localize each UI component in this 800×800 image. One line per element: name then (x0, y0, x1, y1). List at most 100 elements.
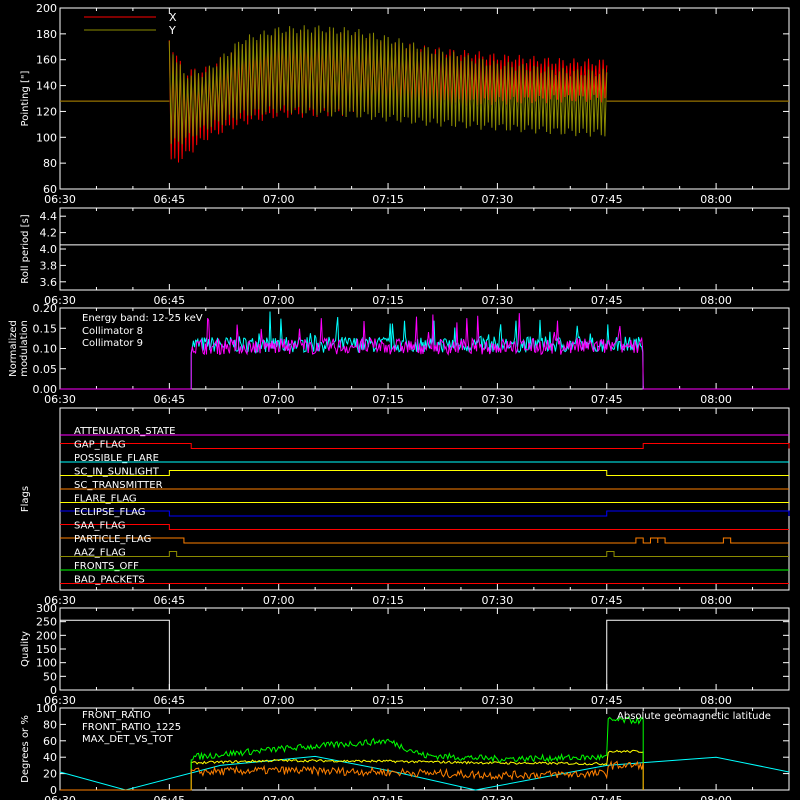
flag-label: SC_TRANSMITTER (74, 480, 163, 491)
panel-2: 06:30 06:45 07:00 07:15 07:30 07:45 08:000.000… (8, 302, 790, 406)
x-tick-label: 07:00 (263, 193, 295, 206)
y-axis-label: Pointing ["] (20, 70, 31, 126)
y-tick-label: 3.8 (40, 259, 58, 272)
x-tick-label: 08:00 (700, 393, 732, 406)
x-tick-label: 07:00 (263, 794, 295, 800)
y-tick-label: 160 (36, 54, 57, 67)
panel-4: 06:30 06:45 07:00 07:15 07:30 07:45 08:0005010… (20, 602, 790, 707)
x-tick-label: 07:30 (482, 294, 514, 307)
flag-label: SAA_FLAG (74, 521, 125, 532)
legend-label: FRONT_RATIO (82, 710, 151, 721)
flag-line (60, 551, 789, 557)
x-tick-label: 07:15 (372, 193, 404, 206)
y-tick-label: 100 (36, 131, 57, 144)
x-tick-label: 06:45 (153, 694, 185, 707)
series-y (60, 25, 789, 145)
y-tick-label: 100 (36, 657, 57, 670)
y-tick-label: 3.6 (40, 276, 58, 289)
flag-label: FLARE_FLAG (74, 494, 137, 505)
legend-label: Collimator 8 (82, 326, 143, 337)
flag-possible-flare: POSSIBLE_FLARE (60, 453, 789, 464)
y-tick-label: 250 (36, 616, 57, 629)
panel-3: 06:30 06:45 07:00 07:15 07:30 07:45 08:00Flags… (20, 407, 790, 607)
energy-band-annotation: Energy band: 12-25 keV (82, 313, 203, 324)
x-tick-label: 08:00 (700, 193, 732, 206)
y-tick-label: 200 (36, 629, 57, 642)
series-line (60, 619, 789, 691)
y-tick-label: 0.15 (33, 322, 58, 335)
x-tick-label: 07:45 (591, 294, 623, 307)
x-tick-label: 06:30 (44, 794, 76, 800)
flag-line (60, 443, 790, 449)
y-axis-label: Degrees or % (20, 715, 31, 783)
x-tick-label: 07:45 (591, 594, 623, 607)
x-tick-label: 07:45 (591, 193, 623, 206)
y-tick-label: 120 (36, 105, 57, 118)
legend-label: FRONT_RATIO_1225 (82, 722, 181, 733)
flag-gap-flag: GAP_FLAG (60, 440, 790, 451)
x-tick-label: 07:45 (591, 794, 623, 800)
y-tick-label: 300 (36, 602, 57, 615)
x-tick-label: 07:45 (591, 393, 623, 406)
y-tick-label: 140 (36, 80, 57, 93)
y-tick-label: 0 (50, 784, 57, 797)
flag-label: BAD_PACKETS (74, 575, 145, 586)
y-tick-label: 100 (36, 702, 57, 715)
flag-particle-flag: PARTICLE_FLAG (60, 534, 789, 545)
flag-label: SC_IN_SUNLIGHT (74, 467, 160, 478)
x-tick-label: 07:00 (263, 393, 295, 406)
flag-bad-packets: BAD_PACKETS (60, 575, 789, 586)
legend-label: Collimator 9 (82, 338, 143, 349)
x-tick-label: 07:15 (372, 294, 404, 307)
x-tick-label: 06:45 (153, 393, 185, 406)
flag-label: AAZ_FLAG (74, 548, 126, 559)
y-tick-label: 60 (43, 183, 57, 196)
flag-label: PARTICLE_FLAG (74, 534, 151, 545)
y-tick-label: 0.00 (33, 383, 58, 396)
y-tick-label: 0 (50, 684, 57, 697)
x-tick-label: 08:00 (700, 294, 732, 307)
x-tick-label: 08:00 (700, 594, 732, 607)
quicklook-chart-stack: 06:30 06:45 07:00 07:15 07:30 07:45 08:00 60 80 1… (8, 2, 790, 800)
flag-line (60, 537, 789, 544)
y-tick-label: 180 (36, 28, 57, 41)
x-tick-label: 07:15 (372, 694, 404, 707)
x-tick-label: 07:30 (482, 794, 514, 800)
panel-frame (59, 207, 790, 291)
flag-label: POSSIBLE_FLARE (74, 453, 159, 464)
flag-flare-flag: FLARE_FLAG (60, 494, 789, 505)
x-tick-label: 06:45 (153, 294, 185, 307)
y-tick-label: 0.10 (33, 343, 58, 356)
y-tick-label: 4.2 (40, 227, 58, 240)
flag-attenuator-state: ATTENUATOR_STATE (60, 426, 789, 437)
y-tick-label: 80 (43, 157, 57, 170)
x-tick-label: 08:00 (700, 794, 732, 800)
quicklook-plot-page: 06:30 06:45 07:00 07:15 07:30 07:45 08:00 60 80 1… (0, 0, 800, 800)
y-tick-label: 20 (43, 768, 57, 781)
flag-label: GAP_FLAG (74, 440, 126, 451)
legend-label: Y (168, 24, 176, 37)
x-tick-label: 07:30 (482, 393, 514, 406)
y-axis-label: Flags (20, 486, 31, 512)
flag-sc-in-sunlight: SC_IN_SUNLIGHT (60, 467, 789, 478)
flag-label: ECLIPSE_FLAG (74, 507, 145, 518)
y-tick-label: 4.0 (40, 243, 58, 256)
y-tick-label: 0.05 (33, 363, 58, 376)
y-tick-label: 200 (36, 2, 57, 15)
geomagnetic-latitude-annotation: Absolute geomagnetic latitude (617, 711, 771, 722)
x-tick-label: 07:30 (482, 694, 514, 707)
x-tick-label: 07:00 (263, 294, 295, 307)
y-axis-label: Normalized (8, 320, 19, 377)
x-tick-label: 06:45 (153, 193, 185, 206)
y-tick-label: 50 (43, 670, 57, 683)
panel-0: 06:30 06:45 07:00 07:15 07:30 07:45 08:0060801… (20, 2, 790, 206)
series-line (60, 760, 644, 791)
y-tick-label: 40 (43, 751, 57, 764)
flag-label: FRONTS_OFF (74, 561, 139, 572)
flag-saa-flag: SAA_FLAG (60, 521, 789, 532)
x-tick-label: 06:45 (153, 594, 185, 607)
series-max-det-vs-tot (60, 760, 644, 791)
legend-label: MAX_DET_VS_TOT (82, 734, 174, 745)
flag-line (60, 510, 790, 517)
x-tick-label: 07:45 (591, 694, 623, 707)
